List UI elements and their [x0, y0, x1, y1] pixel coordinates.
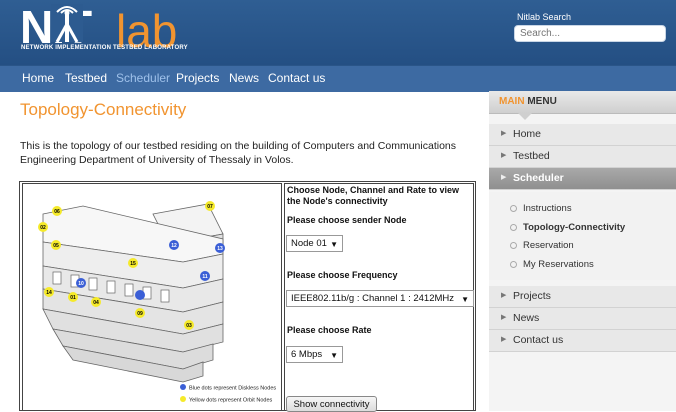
- rate-value: 6 Mbps: [291, 349, 323, 360]
- node-label: 09: [137, 311, 143, 317]
- menu-title: MAIN MENU: [499, 96, 557, 107]
- node-label: 10: [78, 281, 84, 287]
- triangle-right-icon: ▶: [501, 292, 507, 299]
- node-label: 03: [186, 323, 192, 329]
- menu-title-main: MAIN: [499, 96, 525, 107]
- node-label: 01: [70, 295, 76, 301]
- submenu-item-label: My Reservations: [523, 259, 594, 270]
- chevron-down-icon: ▼: [330, 351, 338, 360]
- sidebar-item-home[interactable]: ▶ Home: [489, 124, 676, 146]
- sidebar-item-testbed[interactable]: ▶ Testbed: [489, 146, 676, 168]
- submenu-item-instructions[interactable]: Instructions: [510, 203, 572, 214]
- sidebar-item-projects[interactable]: ▶ Projects: [489, 286, 676, 308]
- rate-select[interactable]: 6 Mbps ▼: [286, 346, 343, 363]
- page-title: Topology-Connectivity: [20, 100, 187, 119]
- building-illustration: Blue dots represent Diskless Nodes Yello…: [38, 201, 276, 404]
- menu-notch: [518, 113, 532, 120]
- intro-text: This is the topology of our testbed resi…: [20, 140, 456, 166]
- legend-yellow-dot: [180, 396, 186, 402]
- sidebar-item-label: Scheduler: [513, 172, 564, 184]
- show-connectivity-button[interactable]: Show connectivity: [286, 396, 377, 412]
- submenu-item-my-reservations[interactable]: My Reservations: [510, 259, 594, 270]
- node-label: 12: [171, 243, 177, 249]
- triangle-right-icon: ▶: [501, 130, 507, 137]
- rate-label: Please choose Rate: [287, 325, 372, 335]
- sidebar-item-news[interactable]: ▶ News: [489, 308, 676, 330]
- bullet-icon: [510, 204, 517, 212]
- legend-blue-dot: [180, 384, 186, 390]
- triangle-right-icon: ▶: [501, 152, 507, 159]
- node-label: 05: [53, 243, 59, 249]
- sidebar-item-label: News: [513, 312, 540, 324]
- submenu-item-reservation[interactable]: Reservation: [510, 240, 574, 251]
- nav-item-testbed[interactable]: Testbed: [65, 71, 107, 85]
- frequency-value: IEEE802.11b/g : Channel 1 : 2412MHz: [291, 293, 455, 304]
- chevron-down-icon: ▼: [461, 295, 469, 304]
- menu-title-rest: MENU: [524, 96, 557, 107]
- search-input[interactable]: [514, 25, 666, 42]
- sender-node-value: Node 01: [291, 238, 327, 249]
- frequency-label: Please choose Frequency: [287, 270, 398, 280]
- submenu-item-label: Reservation: [523, 240, 574, 251]
- nav-item-scheduler[interactable]: Scheduler: [116, 71, 170, 85]
- bullet-icon: [510, 260, 517, 268]
- node-label: 13: [217, 246, 223, 252]
- search-label: Nitlab Search: [517, 12, 572, 22]
- legend-yellow-text: Yellow dots represent Orbit Nodes: [189, 398, 273, 404]
- submenu-item-label: Topology-Connectivity: [523, 222, 626, 233]
- node-label: 06: [54, 209, 60, 215]
- node-label: 02: [40, 225, 46, 231]
- nav-item-projects[interactable]: Projects: [176, 71, 219, 85]
- submenu-item-topology[interactable]: Topology-Connectivity: [510, 222, 625, 233]
- sidebar-item-label: Home: [513, 128, 542, 140]
- triangle-right-icon: ▶: [501, 174, 507, 181]
- sidebar-item-label: Contact us: [513, 334, 564, 346]
- submenu-item-label: Instructions: [523, 203, 572, 214]
- nav-item-contact[interactable]: Contact us: [268, 71, 325, 85]
- logo-subtitle: NETWORK IMPLEMENTATION TESTBED LABORATOR…: [21, 45, 188, 51]
- node-label: 04: [93, 300, 99, 306]
- node-label: 15: [130, 261, 136, 267]
- triangle-right-icon: ▶: [501, 314, 507, 321]
- nav-item-home[interactable]: Home: [22, 71, 54, 85]
- sidebar-item-label: Testbed: [513, 150, 550, 162]
- sender-node-select[interactable]: Node 01 ▼: [286, 235, 343, 252]
- bullet-icon: [510, 241, 517, 249]
- frequency-select[interactable]: IEEE802.11b/g : Channel 1 : 2412MHz ▼: [286, 290, 474, 307]
- antenna-icon: [51, 4, 83, 42]
- triangle-right-icon: ▶: [501, 336, 507, 343]
- nav-item-news[interactable]: News: [229, 71, 259, 85]
- controls-heading: Choose Node, Channel and Rate to view th…: [287, 185, 460, 206]
- node-label: 11: [202, 274, 208, 280]
- topology-image: Blue dots represent Diskless Nodes Yello…: [22, 183, 282, 411]
- legend-blue-text: Blue dots represent Diskless Nodes: [189, 386, 276, 392]
- node-label: 07: [207, 204, 213, 210]
- sidebar-item-scheduler[interactable]: ▶ Scheduler: [489, 168, 676, 190]
- bullet-icon: [510, 223, 517, 231]
- sender-label: Please choose sender Node: [287, 215, 407, 225]
- chevron-down-icon: ▼: [330, 240, 338, 249]
- sidebar-item-contact[interactable]: ▶ Contact us: [489, 330, 676, 352]
- node-label: 14: [46, 290, 52, 296]
- sidebar-item-label: Projects: [513, 290, 551, 302]
- node-marker: [135, 290, 145, 300]
